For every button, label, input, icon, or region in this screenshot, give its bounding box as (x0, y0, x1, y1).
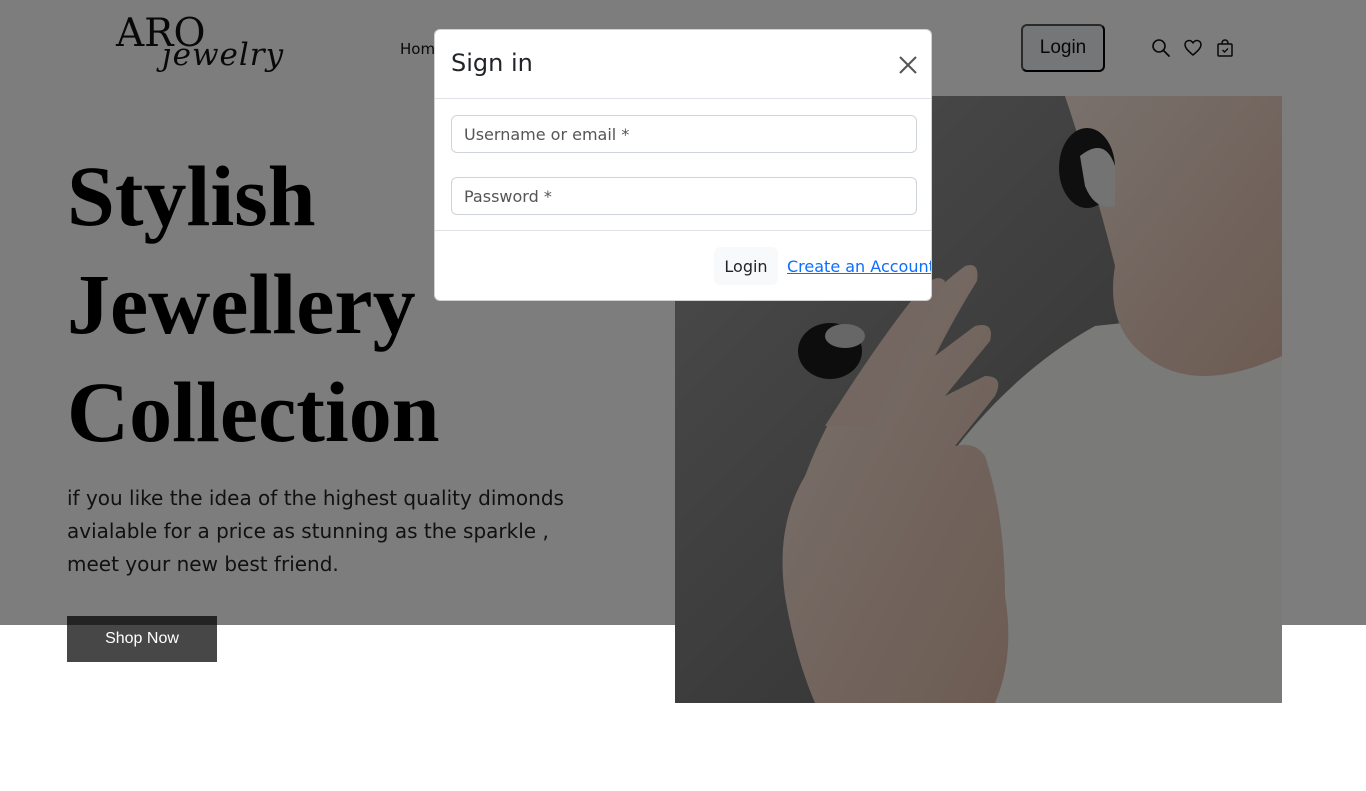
modal-footer: Login Create an Account (435, 231, 931, 300)
create-account-link[interactable]: Create an Account (787, 257, 931, 276)
password-field[interactable] (451, 177, 917, 215)
sign-in-modal: Sign in Login Create an Account (434, 29, 932, 301)
close-icon[interactable] (897, 54, 919, 76)
modal-backdrop-overflow (675, 625, 1282, 703)
modal-header: Sign in (435, 30, 931, 99)
username-field[interactable] (451, 115, 917, 153)
modal-title: Sign in (451, 49, 533, 77)
login-button[interactable]: Login (714, 247, 778, 285)
modal-body (435, 99, 931, 231)
